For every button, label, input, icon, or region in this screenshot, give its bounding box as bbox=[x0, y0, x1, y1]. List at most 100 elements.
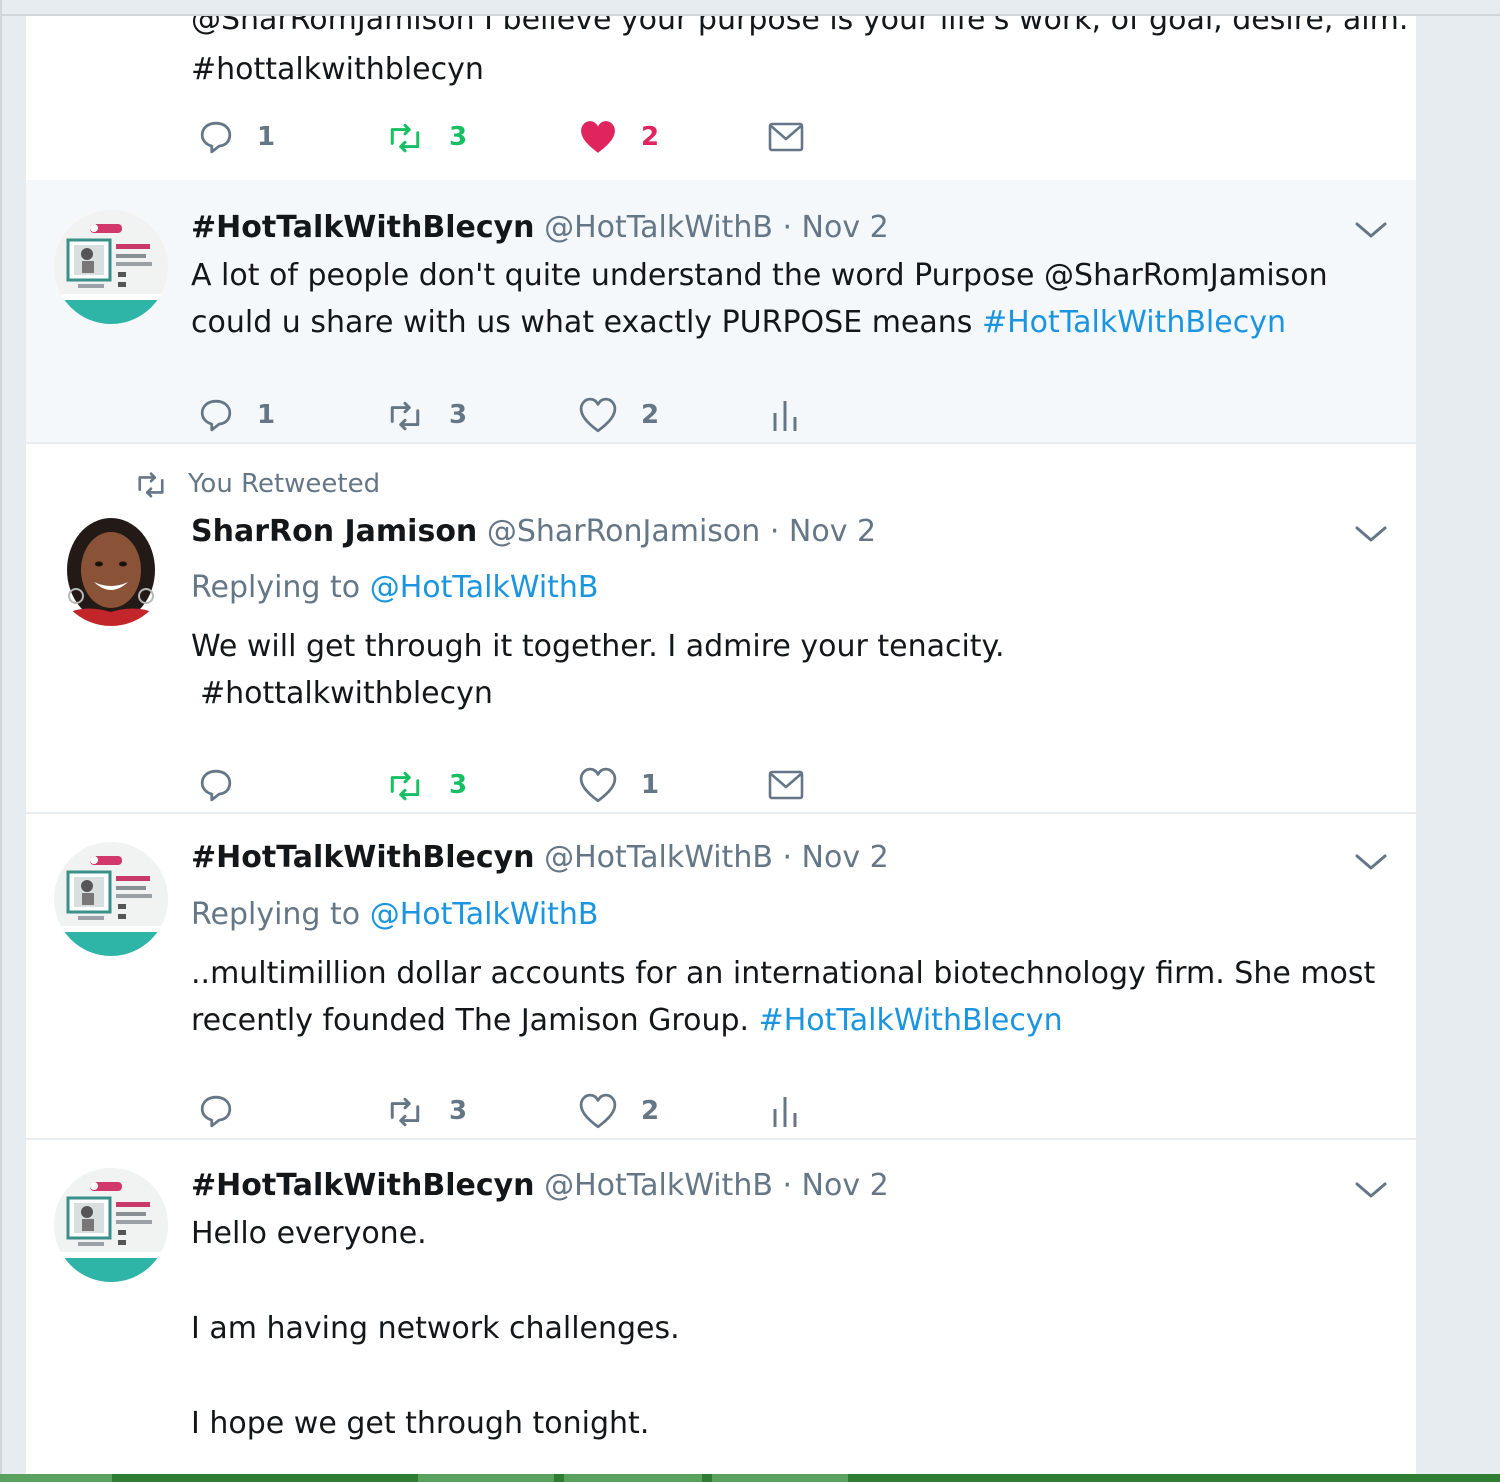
avatar[interactable] bbox=[54, 842, 168, 956]
tweet-date[interactable]: · Nov 2 bbox=[782, 840, 888, 875]
replying-to-link[interactable]: @HotTalkWithB bbox=[370, 897, 599, 932]
tweet-hashtag-link[interactable]: #hottalkwithblecyn bbox=[191, 46, 484, 93]
like-button[interactable]: 2 bbox=[579, 390, 659, 440]
envelope-icon bbox=[768, 122, 804, 152]
retweet-context-label: You Retweeted bbox=[188, 469, 381, 499]
author-name[interactable]: #HotTalkWithBlecyn bbox=[191, 840, 535, 875]
tweet-header: #HotTalkWithBlecyn @HotTalkWithB · Nov 2 bbox=[191, 208, 889, 248]
tweet-actions: 1 3 2 bbox=[191, 112, 891, 162]
tweet-2[interactable]: You Retweeted SharRon Jamison @SharRonJa… bbox=[26, 442, 1416, 814]
like-button[interactable]: 2 bbox=[579, 112, 659, 162]
author-handle[interactable]: @SharRonJamison bbox=[487, 514, 760, 549]
analytics-icon bbox=[773, 399, 797, 433]
heart-outline-icon bbox=[579, 767, 617, 803]
chevron-down-icon[interactable] bbox=[1351, 842, 1391, 882]
reply-button[interactable] bbox=[199, 1086, 233, 1136]
retweet-context: You Retweeted bbox=[134, 464, 380, 504]
tweet-0[interactable]: @SharRomJamison I believe your purpose i… bbox=[26, 16, 1416, 182]
heart-icon bbox=[581, 121, 615, 153]
avatar[interactable] bbox=[54, 1168, 168, 1282]
tweet-text: could u share with us what exactly PURPO… bbox=[191, 305, 982, 340]
tweet-timeline: @SharRomJamison I believe your purpose i… bbox=[26, 16, 1416, 1474]
retweet-icon bbox=[390, 123, 420, 153]
tweet-text: recently founded The Jamison Group. bbox=[191, 1003, 759, 1038]
retweet-count: 3 bbox=[449, 1096, 468, 1126]
replying-to-label: Replying to bbox=[191, 897, 361, 932]
chevron-down-icon[interactable] bbox=[1351, 210, 1391, 250]
reply-icon bbox=[200, 769, 232, 802]
taskbar-item[interactable] bbox=[564, 1474, 702, 1482]
avatar[interactable] bbox=[54, 210, 168, 324]
tweet-text-line-1: ..multimillion dollar accounts for an in… bbox=[191, 956, 1376, 991]
tweet-text-line-2: recently founded The Jamison Group. #Hot… bbox=[191, 997, 1063, 1044]
tweet-actions: 3 2 bbox=[191, 1086, 891, 1136]
reply-button[interactable] bbox=[199, 760, 233, 810]
author-name[interactable]: #HotTalkWithBlecyn bbox=[191, 210, 535, 245]
reply-button[interactable]: 1 bbox=[199, 390, 275, 440]
tweet-date[interactable]: · Nov 2 bbox=[782, 210, 888, 245]
tweet-text-line-3: I hope we get through tonight. bbox=[191, 1406, 650, 1441]
tweet-hashtag-link[interactable]: #HotTalkWithBlecyn bbox=[759, 1003, 1063, 1038]
reply-button[interactable]: 1 bbox=[199, 112, 275, 162]
like-count: 2 bbox=[641, 400, 660, 430]
retweet-count: 3 bbox=[449, 770, 468, 800]
replying-to-label: Replying to bbox=[191, 570, 361, 605]
reply-count: 1 bbox=[257, 122, 276, 152]
taskbar-item[interactable] bbox=[712, 1474, 848, 1482]
tweet-date[interactable]: · Nov 2 bbox=[770, 514, 876, 549]
reply-icon bbox=[200, 399, 232, 432]
retweet-button[interactable]: 3 bbox=[385, 1086, 467, 1136]
retweet-count: 3 bbox=[449, 400, 468, 430]
tweet-3[interactable]: #HotTalkWithBlecyn @HotTalkWithB · Nov 2… bbox=[26, 812, 1416, 1140]
tweet-hashtag-link[interactable]: #HotTalkWithBlecyn bbox=[982, 305, 1286, 340]
tweet-hashtag-link[interactable]: #hottalkwithblecyn bbox=[200, 670, 493, 717]
tweet-actions: 3 1 bbox=[191, 760, 891, 810]
tweet-text: @SharRomJamison I believe your purpose i… bbox=[191, 16, 1409, 37]
analytics-button[interactable] bbox=[771, 1086, 799, 1136]
author-name[interactable]: SharRon Jamison bbox=[191, 514, 477, 549]
tweet-1[interactable]: #HotTalkWithBlecyn @HotTalkWithB · Nov 2… bbox=[26, 180, 1416, 444]
reply-icon bbox=[200, 121, 232, 154]
retweet-count: 3 bbox=[449, 122, 468, 152]
chevron-down-icon[interactable] bbox=[1351, 1170, 1391, 1210]
heart-outline-icon bbox=[579, 1093, 617, 1129]
reply-icon bbox=[200, 1095, 232, 1128]
replying-to: Replying to @HotTalkWithB bbox=[191, 895, 599, 935]
taskbar bbox=[0, 1474, 1500, 1482]
analytics-icon bbox=[773, 1095, 797, 1129]
like-count: 2 bbox=[641, 1096, 660, 1126]
direct-message-button[interactable] bbox=[767, 760, 805, 810]
tweet-actions: 1 3 2 bbox=[191, 390, 891, 440]
like-count: 2 bbox=[641, 122, 660, 152]
tweet-4[interactable]: #HotTalkWithBlecyn @HotTalkWithB · Nov 2… bbox=[26, 1138, 1416, 1474]
author-handle[interactable]: @HotTalkWithB bbox=[544, 840, 773, 875]
author-handle[interactable]: @HotTalkWithB bbox=[544, 210, 773, 245]
retweet-icon bbox=[390, 401, 420, 431]
analytics-button[interactable] bbox=[771, 390, 799, 440]
direct-message-button[interactable] bbox=[767, 112, 805, 162]
tweet-text-line-2: could u share with us what exactly PURPO… bbox=[191, 299, 1286, 346]
like-count: 1 bbox=[641, 770, 660, 800]
retweet-button[interactable]: 3 bbox=[385, 390, 467, 440]
retweet-icon bbox=[390, 771, 420, 801]
reply-count: 1 bbox=[257, 400, 276, 430]
taskbar-item[interactable] bbox=[418, 1474, 554, 1482]
window-left-edge bbox=[0, 0, 2, 1482]
envelope-icon bbox=[768, 770, 804, 800]
like-button[interactable]: 1 bbox=[579, 760, 659, 810]
retweet-icon bbox=[390, 1097, 420, 1127]
chevron-down-icon[interactable] bbox=[1351, 514, 1391, 554]
tweet-text-line-1: We will get through it together. I admir… bbox=[191, 629, 1005, 664]
tweet-text-line-1: Hello everyone. bbox=[191, 1216, 427, 1251]
like-button[interactable]: 2 bbox=[579, 1086, 659, 1136]
tweet-date[interactable]: · Nov 2 bbox=[782, 1168, 888, 1203]
retweet-button[interactable]: 3 bbox=[385, 760, 467, 810]
avatar[interactable] bbox=[54, 512, 168, 626]
taskbar-item[interactable] bbox=[0, 1474, 112, 1482]
author-name[interactable]: #HotTalkWithBlecyn bbox=[191, 1168, 535, 1203]
replying-to-link[interactable]: @HotTalkWithB bbox=[370, 570, 599, 605]
retweet-button[interactable]: 3 bbox=[385, 112, 467, 162]
tweet-header: #HotTalkWithBlecyn @HotTalkWithB · Nov 2 bbox=[191, 838, 889, 878]
tweet-header: SharRon Jamison @SharRonJamison · Nov 2 bbox=[191, 512, 876, 552]
author-handle[interactable]: @HotTalkWithB bbox=[544, 1168, 773, 1203]
